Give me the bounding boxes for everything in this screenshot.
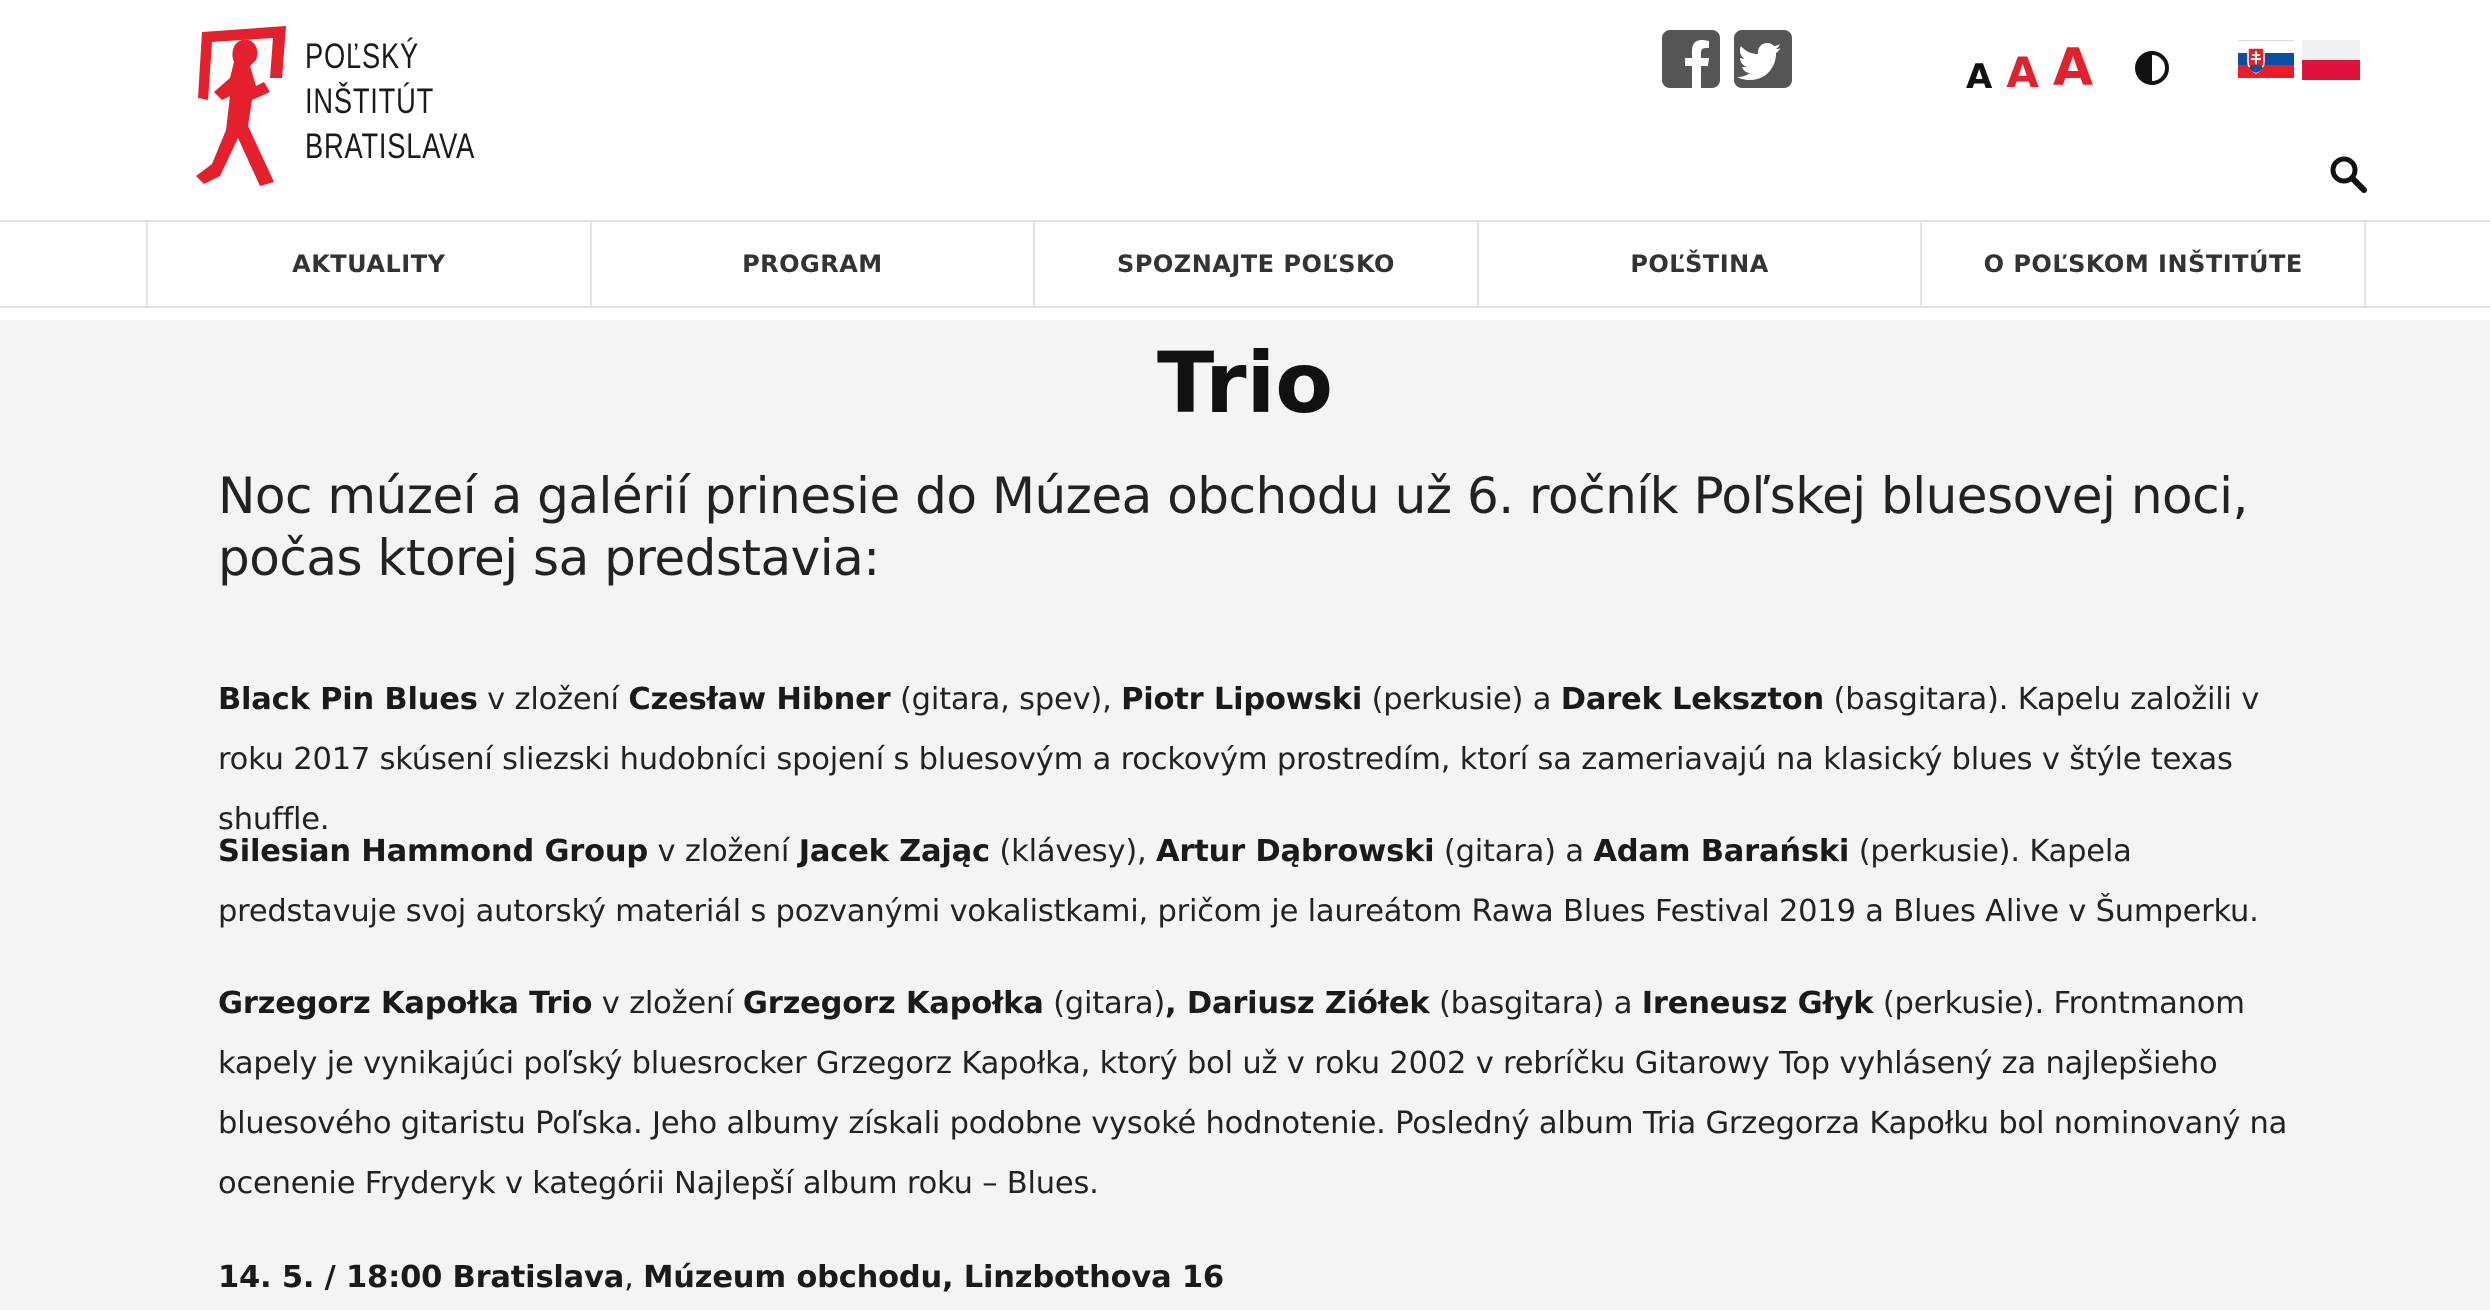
member-name: , Dariusz Ziółek <box>1165 986 1430 1021</box>
slovak-flag-icon[interactable] <box>2238 40 2294 78</box>
font-size-small-button[interactable]: A <box>1966 60 1992 94</box>
nav-item-program[interactable]: PROGRAM <box>589 222 1034 306</box>
logo-wordmark: POĽSKÝ INŠTITÚT BRATISLAVA <box>305 34 475 169</box>
polish-flag-icon[interactable] <box>2302 40 2360 80</box>
paragraph-text: v zložení <box>477 682 629 717</box>
member-name: Jacek Zając <box>798 834 990 869</box>
article-paragraph: Grzegorz Kapołka Trio v zložení Grzegorz… <box>218 974 2318 1214</box>
member-name: Grzegorz Kapołka <box>742 986 1044 1021</box>
member-name: Piotr Lipowski <box>1121 682 1363 717</box>
site-logo[interactable]: POĽSKÝ INŠTITÚT BRATISLAVA <box>190 26 474 194</box>
paragraph-text: (gitara) <box>1043 986 1166 1021</box>
article-content: Trio Noc múzeí a galérií prinesie do Múz… <box>0 320 2490 1310</box>
event-date: 14. 5. / 18:00 Bratislava <box>218 1260 625 1295</box>
font-size-medium-button[interactable]: A <box>2006 52 2039 94</box>
event-details: 14. 5. / 18:00 Bratislava, Múzeum obchod… <box>218 1248 2318 1308</box>
nav-item-aktuality[interactable]: AKTUALITY <box>146 222 590 306</box>
search-icon[interactable] <box>2328 154 2368 194</box>
paragraph-text: (gitara, spev), <box>890 682 1122 717</box>
paragraph-text: (gitara) a <box>1434 834 1594 869</box>
member-name: Ireneusz Głyk <box>1641 986 1874 1021</box>
paragraph-text: v zložení <box>592 986 743 1021</box>
contrast-icon[interactable] <box>2134 50 2170 86</box>
paragraph-text: v zložení <box>648 834 799 869</box>
article-paragraph: Silesian Hammond Group v zložení Jacek Z… <box>218 822 2318 942</box>
logo-figure-icon <box>196 26 286 186</box>
facebook-icon[interactable] <box>1662 30 1720 88</box>
event-venue: Múzeum obchodu, Linzbothova 16 <box>643 1260 1224 1295</box>
nav-item-spoznajte-polsko[interactable]: SPOZNAJTE POĽSKO <box>1033 222 1477 306</box>
member-name: Adam Barański <box>1593 834 1850 869</box>
band-name: Grzegorz Kapołka Trio <box>218 986 593 1021</box>
logo-line: POĽSKÝ <box>305 37 419 76</box>
page-title: Trio <box>1157 334 1333 432</box>
paragraph-text: (klávesy), <box>989 834 1157 869</box>
logo-line: INŠTITÚT <box>305 82 435 121</box>
event-separator: , <box>624 1260 644 1295</box>
paragraph-text: (basgitara) a <box>1429 986 1642 1021</box>
paragraph-text: (perkusie) a <box>1362 682 1561 717</box>
article-lead: Noc múzeí a galérií prinesie do Múzea ob… <box>218 467 2248 587</box>
band-name: Silesian Hammond Group <box>218 834 649 869</box>
member-name: Darek Lekszton <box>1560 682 1824 717</box>
nav-item-o-polskom-institute[interactable]: O POĽSKOM INŠTITÚTE <box>1920 222 2366 306</box>
member-name: Artur Dąbrowski <box>1156 834 1435 869</box>
site-header: POĽSKÝ INŠTITÚT BRATISLAVA A A A <box>0 0 2490 220</box>
logo-line: BRATISLAVA <box>305 127 476 166</box>
twitter-icon[interactable] <box>1734 30 1792 88</box>
band-name: Black Pin Blues <box>218 682 478 717</box>
main-navigation: AKTUALITY PROGRAM SPOZNAJTE POĽSKO POĽŠT… <box>0 220 2490 308</box>
font-size-large-button[interactable]: A <box>2053 42 2093 94</box>
nav-item-polstina[interactable]: POĽŠTINA <box>1476 222 1921 306</box>
member-name: Czesław Hibner <box>628 682 891 717</box>
font-size-switcher: A A A <box>1966 42 2093 94</box>
